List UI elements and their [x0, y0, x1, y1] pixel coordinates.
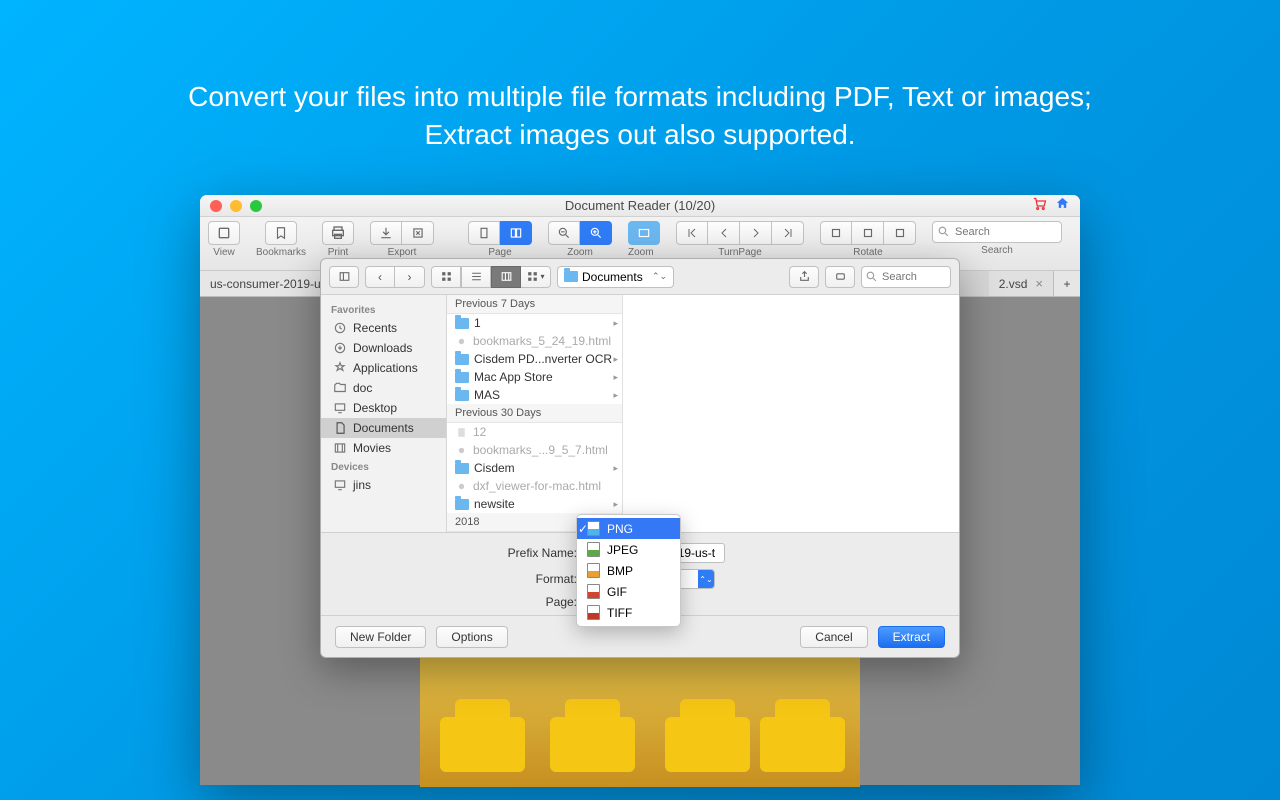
file-item[interactable]: 1▸ [447, 314, 622, 332]
close-window-button[interactable] [210, 200, 222, 212]
dropdown-item-bmp[interactable]: BMP [577, 560, 680, 581]
page-single-button[interactable] [468, 221, 500, 245]
view-button[interactable] [208, 221, 240, 245]
export-label: Export [388, 247, 417, 258]
bookmarks-label: Bookmarks [256, 247, 306, 258]
window-title: Document Reader (10/20) [200, 198, 1080, 213]
export-share-button[interactable] [402, 221, 434, 245]
folder-icon [564, 271, 578, 282]
view-icons-button[interactable] [431, 266, 461, 288]
tab-right[interactable]: 2.vsd× [989, 271, 1054, 296]
format-dropdown: ✓PNG JPEG BMP GIF TIFF [576, 514, 681, 627]
page-label: Page [488, 247, 511, 258]
maximize-window-button[interactable] [250, 200, 262, 212]
sidebar-item-desktop[interactable]: Desktop [321, 398, 446, 418]
page-double-button[interactable] [500, 221, 532, 245]
path-selector[interactable]: Documents ⌃⌄ [557, 266, 674, 288]
file-item[interactable]: bookmarks_5_24_19.html [447, 332, 622, 350]
page-label: Page: [337, 595, 577, 609]
dropdown-item-jpeg[interactable]: JPEG [577, 539, 680, 560]
file-item[interactable]: Mac App Store▸ [447, 368, 622, 386]
home-icon[interactable] [1055, 196, 1070, 216]
prefix-name-label: Prefix Name: [337, 546, 577, 560]
rotate-mirror-button[interactable] [852, 221, 884, 245]
view-gallery-button[interactable]: ▾ [521, 266, 551, 288]
tags-button[interactable] [825, 266, 855, 288]
rotate-right-button[interactable] [884, 221, 916, 245]
preview-column [629, 295, 959, 532]
view-columns-button[interactable] [491, 266, 521, 288]
file-item[interactable]: bookmarks_...9_5_7.html [447, 441, 622, 459]
view-list-button[interactable] [461, 266, 491, 288]
sidebar-item-downloads[interactable]: Downloads [321, 338, 446, 358]
sheet-body: Favorites Recents Downloads Applications… [321, 295, 959, 533]
dropdown-item-png[interactable]: ✓PNG [577, 518, 680, 539]
file-item[interactable]: dxf_viewer-for-mac.html [447, 477, 622, 495]
tab-add-button[interactable]: + [1054, 271, 1080, 296]
next-page-button[interactable] [740, 221, 772, 245]
marketing-headline: Convert your files into multiple file fo… [0, 0, 1280, 184]
search-label: Search [981, 245, 1013, 256]
rotate-left-button[interactable] [820, 221, 852, 245]
finder-sidebar: Favorites Recents Downloads Applications… [321, 295, 447, 532]
bookmarks-button[interactable] [265, 221, 297, 245]
print-button[interactable] [322, 221, 354, 245]
traffic-lights [210, 200, 262, 212]
sidebar-item-recents[interactable]: Recents [321, 318, 446, 338]
tab-left[interactable]: us-consumer-2019-us [200, 271, 338, 296]
devices-header: Devices [321, 458, 446, 475]
share-button[interactable] [789, 266, 819, 288]
search-icon [937, 225, 950, 238]
zoom-to-fit-button[interactable] [628, 221, 660, 245]
first-page-button[interactable] [676, 221, 708, 245]
file-item[interactable]: Cisdem▸ [447, 459, 622, 477]
dropdown-item-tiff[interactable]: TIFF [577, 602, 680, 623]
section-prev30: Previous 30 Days [447, 404, 622, 423]
rotate-label: Rotate [853, 247, 882, 258]
sidebar-toggle-button[interactable] [329, 266, 359, 288]
titlebar: Document Reader (10/20) [200, 195, 1080, 217]
zoom-in-button[interactable] [580, 221, 612, 245]
favorites-header: Favorites [321, 301, 446, 318]
chevron-updown-icon: ⌃⌄ [652, 271, 667, 282]
cart-icon[interactable] [1032, 196, 1047, 216]
file-column: Previous 7 Days 1▸ bookmarks_5_24_19.htm… [447, 295, 623, 532]
sidebar-item-movies[interactable]: Movies [321, 438, 446, 458]
format-label: Format: [337, 572, 577, 586]
minimize-window-button[interactable] [230, 200, 242, 212]
zoom-label: Zoom [567, 247, 593, 258]
cancel-button[interactable]: Cancel [800, 626, 867, 648]
section-prev7: Previous 7 Days [447, 295, 622, 314]
file-item[interactable]: 12 [447, 423, 622, 441]
last-page-button[interactable] [772, 221, 804, 245]
forward-button[interactable]: › [395, 266, 425, 288]
sidebar-item-doc[interactable]: doc [321, 378, 446, 398]
back-button[interactable]: ‹ [365, 266, 395, 288]
prev-page-button[interactable] [708, 221, 740, 245]
turnpage-label: TurnPage [718, 247, 762, 258]
chevron-updown-icon: ⌃⌄ [698, 570, 714, 588]
app-window: Document Reader (10/20) View Bookmarks P… [200, 195, 1080, 785]
dropdown-item-gif[interactable]: GIF [577, 581, 680, 602]
new-folder-button[interactable]: New Folder [335, 626, 426, 648]
sidebar-item-jins[interactable]: jins [321, 475, 446, 495]
zoom-out-button[interactable] [548, 221, 580, 245]
sheet-toolbar: ‹ › ▾ Documents ⌃⌄ [321, 259, 959, 295]
file-item[interactable]: MAS▸ [447, 386, 622, 404]
file-item[interactable]: Cisdem PD...nverter OCR▸ [447, 350, 622, 368]
options-button[interactable]: Options [436, 626, 507, 648]
file-item[interactable]: newsite▸ [447, 495, 622, 513]
tab-close-icon[interactable]: × [1035, 276, 1043, 291]
toolbar-search-input[interactable] [932, 221, 1062, 243]
sidebar-item-applications[interactable]: Applications [321, 358, 446, 378]
view-label: View [213, 247, 235, 258]
sidebar-item-documents[interactable]: Documents [321, 418, 446, 438]
print-label: Print [328, 247, 349, 258]
search-icon [865, 270, 878, 283]
export-download-button[interactable] [370, 221, 402, 245]
extract-button[interactable]: Extract [878, 626, 945, 648]
